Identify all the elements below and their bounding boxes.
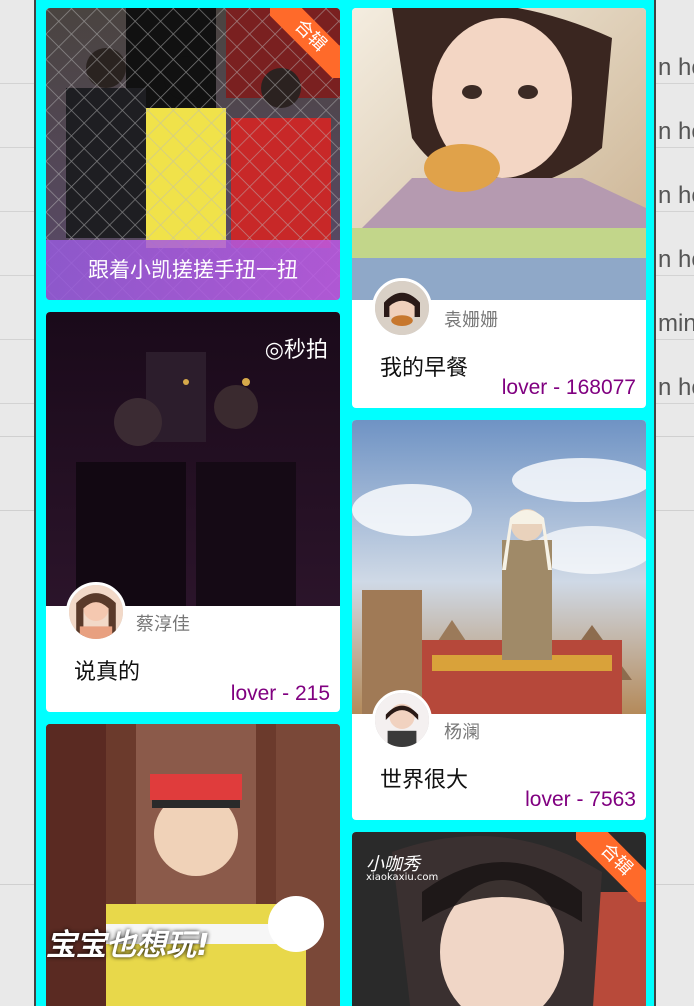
thumbnail-image bbox=[352, 8, 646, 300]
likes-count: lover - 168077 bbox=[501, 376, 636, 399]
brand-logo-url: xiaokaxiu.com bbox=[366, 872, 439, 883]
video-overlay-text: 宝宝也想玩! bbox=[46, 928, 210, 963]
author-name[interactable]: 袁姗姗 bbox=[444, 306, 498, 332]
collection-ribbon: 合辑 bbox=[270, 8, 340, 78]
author-avatar[interactable] bbox=[372, 690, 432, 750]
background-row-text: n ho bbox=[658, 246, 694, 273]
avatar-image bbox=[69, 585, 123, 639]
video-feed-panel[interactable]: 合辑 跟着小凯搓搓手扭一扭 ◎秒拍 蔡淳佳 说真的 lover - 215 袁姗… bbox=[34, 0, 656, 1006]
author-name[interactable]: 杨澜 bbox=[444, 718, 480, 744]
author-avatar[interactable] bbox=[66, 582, 126, 642]
video-title: 我的早餐 bbox=[380, 356, 469, 381]
background-row-text: min bbox=[658, 310, 694, 337]
ribbon-label: 合辑 bbox=[576, 832, 646, 902]
thumbnail-image bbox=[352, 420, 646, 714]
background-row-text: n ho bbox=[658, 374, 694, 401]
video-card-5[interactable]: 杨澜 世界很大 lover - 7563 bbox=[352, 420, 646, 820]
video-title: 说真的 bbox=[74, 660, 141, 685]
author-name[interactable]: 蔡淳佳 bbox=[136, 610, 190, 636]
video-caption: 跟着小凯搓搓手扭一扭 bbox=[46, 240, 340, 300]
ribbon-label: 合辑 bbox=[270, 8, 340, 78]
author-avatar[interactable] bbox=[372, 278, 432, 338]
watermark-label: ◎秒拍 bbox=[264, 338, 328, 363]
likes-count: lover - 7563 bbox=[525, 788, 636, 811]
video-card-1[interactable]: 合辑 跟着小凯搓搓手扭一扭 bbox=[46, 8, 340, 300]
background-row-text: n ho bbox=[658, 118, 694, 145]
video-thumbnail[interactable] bbox=[352, 420, 646, 714]
video-thumbnail[interactable] bbox=[352, 8, 646, 300]
avatar-image bbox=[375, 281, 429, 335]
video-card-4[interactable]: 袁姗姗 我的早餐 lover - 168077 bbox=[352, 8, 646, 408]
background-row-text: n ho bbox=[658, 54, 694, 81]
avatar-image bbox=[375, 693, 429, 747]
background-row-text: n ho bbox=[658, 182, 694, 209]
video-card-6[interactable]: 小咖秀 xiaokaxiu.com 合辑 bbox=[352, 832, 646, 1006]
collection-ribbon: 合辑 bbox=[576, 832, 646, 902]
video-title: 世界很大 bbox=[380, 768, 469, 793]
likes-count: lover - 215 bbox=[230, 682, 330, 705]
video-card-2[interactable]: ◎秒拍 蔡淳佳 说真的 lover - 215 bbox=[46, 312, 340, 712]
